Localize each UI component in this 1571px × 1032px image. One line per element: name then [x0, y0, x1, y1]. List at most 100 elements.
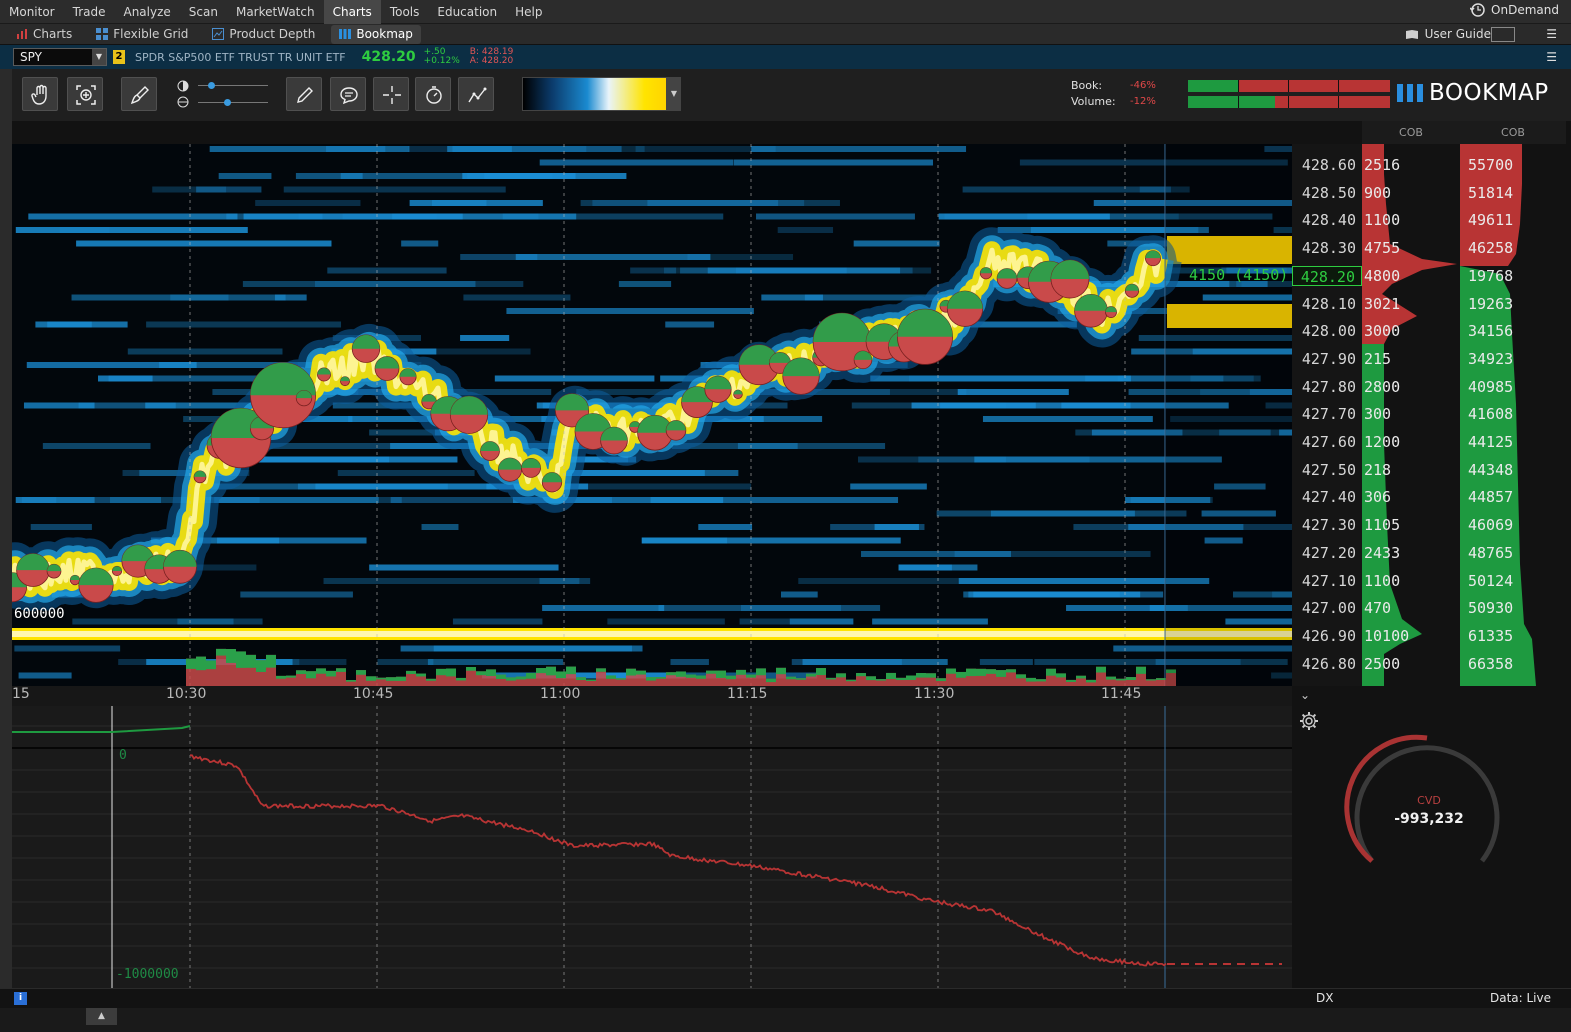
line-chart-icon — [468, 87, 487, 103]
cob2-value: 50930 — [1468, 599, 1514, 618]
user-guide-link[interactable]: User Guide — [1405, 27, 1491, 41]
ladder-price-row[interactable]: 427.30 — [1292, 515, 1362, 535]
cob1-value: 1200 — [1364, 433, 1401, 451]
cob1-value: 215 — [1364, 349, 1392, 368]
last-price: 428.20 — [361, 49, 416, 65]
collapse-chevron-icon[interactable]: ⌄ — [1300, 688, 1310, 702]
menu-help[interactable]: Help — [506, 0, 551, 24]
ladder-price-row[interactable]: 428.00 — [1292, 321, 1362, 341]
ladder-price-row[interactable]: 427.20 — [1292, 543, 1362, 563]
cob1-value: 2500 — [1364, 654, 1401, 673]
status-bar: i DX Data: Live — [0, 988, 1571, 1008]
cob2-value: 19263 — [1468, 294, 1514, 313]
ladder-price-row[interactable]: 428.30 — [1292, 238, 1362, 258]
price-change-pct: +0.12% — [423, 56, 460, 66]
ondemand-icon — [1470, 3, 1485, 17]
symbol-dropdown-icon[interactable]: ▼ — [92, 49, 106, 65]
time-tick: 11:45 — [1101, 686, 1142, 702]
menu-analyze[interactable]: Analyze — [114, 0, 179, 24]
ladder-price-row[interactable]: 428.20 — [1292, 265, 1362, 286]
menu-charts[interactable]: Charts — [323, 0, 381, 24]
symbol-bar-menu-icon[interactable]: ☰ — [1546, 50, 1557, 64]
zoom-tool-button[interactable] — [67, 77, 103, 111]
hand-icon — [31, 84, 47, 105]
ladder-price-row[interactable]: 426.80 — [1292, 654, 1362, 674]
ladder-price-row[interactable]: 428.10 — [1292, 294, 1362, 314]
ladder-price-row[interactable]: 427.60 — [1292, 432, 1362, 452]
menu-scan[interactable]: Scan — [180, 0, 227, 24]
cob1-value: 900 — [1364, 183, 1392, 202]
color-scale-dropdown-icon[interactable]: ▼ — [667, 77, 681, 111]
heatmap-color-scale[interactable] — [522, 77, 667, 111]
comment-tool-button[interactable] — [330, 77, 366, 111]
subbar-menu-icon[interactable]: ☰ — [1546, 27, 1557, 41]
time-axis[interactable]: 15 10:30 10:45 11:00 11:15 11:30 11:45 — [12, 686, 1292, 706]
grid-icon — [96, 28, 109, 40]
stopwatch-icon — [426, 86, 442, 104]
ladder-price-row[interactable]: 427.80 — [1292, 377, 1362, 397]
menu-monitor[interactable]: Monitor — [0, 0, 64, 24]
cob1-value: 4800 — [1364, 266, 1401, 285]
ladder-price-row[interactable]: 428.60 — [1292, 155, 1362, 175]
cob2-value: 50124 — [1468, 571, 1514, 590]
menu-tools[interactable]: Tools — [381, 0, 429, 24]
info-icon[interactable]: i — [14, 992, 27, 1005]
cob2-value: 34923 — [1468, 349, 1514, 368]
hand-tool-button[interactable] — [22, 77, 58, 111]
comment-icon — [340, 87, 358, 105]
bookmap-logo-icon — [1397, 84, 1423, 102]
ladder-price-row[interactable]: 427.00 — [1292, 598, 1362, 618]
draw-tool-button[interactable] — [121, 77, 157, 111]
data-status: Data: Live — [1489, 991, 1551, 1005]
zoom-fit-icon — [76, 85, 96, 105]
link-group-badge[interactable]: 2 — [113, 50, 125, 64]
chart-icon — [17, 29, 27, 39]
ladder-price-row[interactable]: 427.90 — [1292, 349, 1362, 369]
book-imbalance-value: -46% — [1130, 80, 1156, 91]
cob2-value: 46258 — [1468, 239, 1514, 258]
menu-marketwatch[interactable]: MarketWatch — [227, 0, 324, 24]
cvd-gauge-value: -993,232 — [1394, 811, 1464, 827]
cob1-value: 1105 — [1364, 516, 1401, 535]
cob-header-2: COB — [1460, 121, 1566, 144]
timer-tool-button[interactable] — [415, 77, 451, 111]
cob1-value: 218 — [1364, 460, 1392, 479]
window-toggle-button[interactable] — [1491, 27, 1515, 42]
cvd-gauge-label: CVD — [1417, 794, 1441, 807]
subtab-charts[interactable]: Charts — [8, 25, 80, 44]
cob1-value: 4755 — [1364, 239, 1401, 258]
ladder-price-row[interactable]: 427.70 — [1292, 404, 1362, 424]
time-tick: 11:00 — [540, 686, 581, 702]
contrast-slider[interactable] — [198, 99, 268, 106]
subtab-flexible-grid[interactable]: Flexible Grid — [88, 25, 196, 44]
contrast-icon — [177, 96, 189, 108]
brightness-slider[interactable] — [198, 82, 268, 89]
ladder-price-row[interactable]: 426.90 — [1292, 626, 1362, 646]
cvd-gauge: CVD -993,232 — [1292, 706, 1566, 988]
order-book-heatmap[interactable] — [12, 144, 1292, 686]
bid-ask: B: 428.19 A: 428.20 — [470, 48, 514, 66]
menu-trade[interactable]: Trade — [64, 0, 115, 24]
subtab-product-depth[interactable]: Product Depth — [204, 25, 323, 44]
expand-panel-button[interactable]: ▲ — [86, 1008, 117, 1025]
indicator-tool-button[interactable] — [458, 77, 494, 111]
menu-education[interactable]: Education — [428, 0, 506, 24]
ondemand-button[interactable]: OnDemand — [1470, 3, 1559, 17]
ladder-price-row[interactable]: 427.50 — [1292, 460, 1362, 480]
price-ladder[interactable]: 428.60 428.50 428.40 428.30 428.20 428.10 428.… — [1292, 144, 1362, 686]
bottom-bar: ▲ — [0, 1008, 1571, 1032]
settings-gear-icon[interactable] — [1299, 711, 1319, 734]
cob2-value: 49611 — [1468, 211, 1514, 230]
book-imbalance-bar — [1188, 80, 1390, 92]
pencil-tool-button[interactable] — [286, 77, 322, 111]
ladder-price-row[interactable]: 427.10 — [1292, 571, 1362, 591]
subtab-bookmap[interactable]: Bookmap — [331, 24, 421, 44]
crosshair-tool-button[interactable] — [373, 77, 409, 111]
ladder-price-row[interactable]: 428.40 — [1292, 210, 1362, 230]
symbol-input[interactable]: SPY ▼ — [13, 48, 107, 66]
ladder-price-row[interactable]: 428.50 — [1292, 183, 1362, 203]
bookmap-logo-text: BOOKMAP — [1429, 80, 1549, 106]
cob2-value: 48765 — [1468, 543, 1514, 562]
cvd-indicator-panel[interactable] — [12, 706, 1292, 988]
ladder-price-row[interactable]: 427.40 — [1292, 487, 1362, 507]
